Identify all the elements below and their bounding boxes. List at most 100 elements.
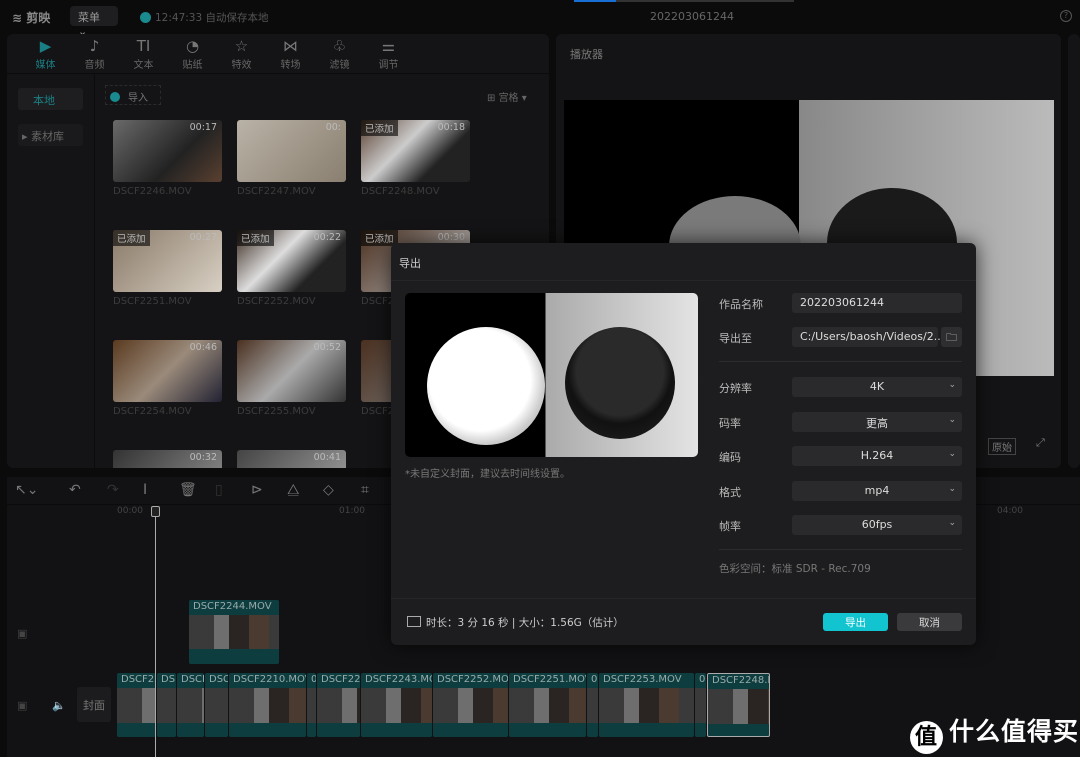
timeline-clip[interactable]: 0( [307,673,316,737]
media-item[interactable]: 已添加 00:18 DSCF2248.MOV [361,120,470,197]
tab-0[interactable]: ▶ 媒体 [21,34,70,73]
freeze-icon[interactable]: ▯ [215,482,223,498]
media-thumbnail: 00:52 [237,340,346,402]
timeline-clip[interactable]: DSCF2243.MOV [361,673,432,737]
duration: 00:22 [313,232,341,243]
overlay-clip[interactable]: DSCF2244.MOV [189,600,279,664]
app-logo: ≋ 剪映 [12,11,51,25]
duration: 00:30 [437,232,465,243]
media-thumbnail: 00:32 [113,450,222,468]
playhead-handle[interactable] [151,506,160,517]
timeline-clip[interactable]: DSCF2252.MOV [433,673,508,737]
progress-tab [574,0,794,2]
path-input[interactable]: C:/Users/baosh/Videos/2... [792,327,944,347]
timeline-clip[interactable]: DSCF2251.MOV [509,673,586,737]
media-item[interactable]: 00:32 [113,450,222,468]
timeline-clip[interactable]: DSCF2248.M [707,673,770,737]
media-thumbnail: 00:46 [113,340,222,402]
tab-3[interactable]: ◔ 贴纸 [168,34,217,73]
chevron-down-icon: ⌄ [948,380,956,390]
media-item[interactable]: 00:17 DSCF2246.MOV [113,120,222,197]
media-item[interactable]: 00:46 DSCF2254.MOV [113,340,222,417]
timeline-clip[interactable]: DSCF2253.MOV [599,673,694,737]
tab-label: 媒体 [35,60,56,71]
codec-select[interactable]: H.264 ⌄ [792,446,962,466]
fps-select[interactable]: 60fps ⌄ [792,515,962,535]
delete-icon[interactable]: 🗑 [179,482,197,498]
timeline-clip[interactable]: DS [157,673,176,737]
timeline-clip[interactable]: DSCF224! [317,673,360,737]
file-name: DSCF2255.MOV [237,406,316,417]
tab-6[interactable]: ♧ 滤镜 [315,34,364,73]
split-icon[interactable]: I [143,482,147,498]
cover-button[interactable]: 封面 [77,687,111,722]
cover-preview [405,293,698,457]
original-ratio-button[interactable]: 原始 [988,438,1016,455]
reverse-icon[interactable]: ⊳ [251,482,263,498]
sidebar-item-library[interactable]: ▸ 素材库 [18,124,83,146]
fullscreen-icon[interactable]: ⤢ [1036,436,1045,450]
tab-icon: ⋈ [283,37,298,55]
timeline-clip[interactable]: DSCF2 [177,673,204,737]
tab-5[interactable]: ⋈ 转场 [266,34,315,73]
timeline-clip[interactable]: 0( [587,673,598,737]
timeline-clip[interactable]: DSCF [205,673,228,737]
tab-icon: ♪ [89,37,100,55]
tab-7[interactable]: ⚌ 调节 [364,34,413,73]
timeline-clip[interactable]: DSCF2210.MOV [229,673,306,737]
select-tool-icon[interactable]: ↖⌄ [15,482,38,498]
tab-1[interactable]: ♪ 音频 [70,34,119,73]
folder-icon[interactable]: 🗀 [941,327,962,347]
duration: 00:18 [437,122,465,133]
cancel-button[interactable]: 取消 [897,613,962,631]
media-item[interactable]: 已添加 00:27 DSCF2251.MOV [113,230,222,307]
chevron-down-icon: ⌄ [948,414,956,425]
mirror-icon[interactable]: ⧋ [287,482,300,498]
import-button[interactable]: 导入 [105,85,161,105]
crop-icon[interactable]: ⌗ [361,482,369,498]
film-icon [407,616,421,627]
view-mode-dropdown[interactable]: ⊞ 宫格 ▾ [487,89,527,104]
tab-icon: ▶ [39,37,52,55]
export-info: 时长：3 分 16 秒 | 大小：1.56G（估计） [407,615,624,630]
media-item[interactable]: 00: DSCF2247.MOV [237,120,346,197]
tab-4[interactable]: ☆ 特效 [217,34,266,73]
duration: 00:17 [189,122,217,133]
cover-note: *未自定义封面，建议去时间线设置。 [405,469,570,480]
resolution-select[interactable]: 4K ⌄ [792,377,962,397]
menu-button[interactable]: 菜单 ⌄ [70,6,118,38]
timeline-clip[interactable]: 00:0 [695,673,706,737]
chevron-down-icon: ⌄ [948,449,956,459]
bitrate-label: 码率 [719,416,741,430]
export-button[interactable]: 导出 [823,613,888,631]
autosave-status: 12:47:33 自动保存本地 [140,10,269,25]
ruler-tick: 01:00 [339,506,365,516]
check-icon [140,12,151,23]
timeline-clip[interactable]: DSCF220 [117,673,156,737]
redo-icon[interactable]: ↷ [107,482,119,498]
file-name: DSCF2248.MOV [361,186,440,197]
plus-icon [110,92,120,102]
added-badge: 已添加 [113,230,150,246]
format-select[interactable]: mp4 ⌄ [792,480,962,501]
resolution-label: 分辨率 [719,382,752,395]
tab-2[interactable]: TI 文本 [119,34,168,73]
playhead[interactable] [155,507,156,757]
tab-label: 音频 [84,60,105,71]
bitrate-select[interactable]: 更高 ⌄ [792,411,962,432]
media-thumbnail: 已添加 00:22 [237,230,346,292]
file-name: DSCF2252.MOV [237,296,316,307]
media-item[interactable]: 00:41 [237,450,346,468]
media-item[interactable]: 已添加 00:22 DSCF2252.MOV [237,230,346,307]
help-icon[interactable]: ? [1060,10,1072,22]
undo-icon[interactable]: ↶ [69,482,81,498]
track-video-icon: ▣ [17,699,28,712]
name-input[interactable]: 202203061244 [792,293,962,313]
sidebar-item-local[interactable]: 本地 [18,88,83,110]
player-title: 播放器 [570,48,603,61]
tab-label: 贴纸 [182,60,203,71]
rotate-icon[interactable]: ◇ [323,482,334,498]
media-item[interactable]: 00:52 DSCF2255.MOV [237,340,346,417]
speaker-icon[interactable]: 🔈 [52,699,66,712]
path-label: 导出至 [719,332,752,345]
